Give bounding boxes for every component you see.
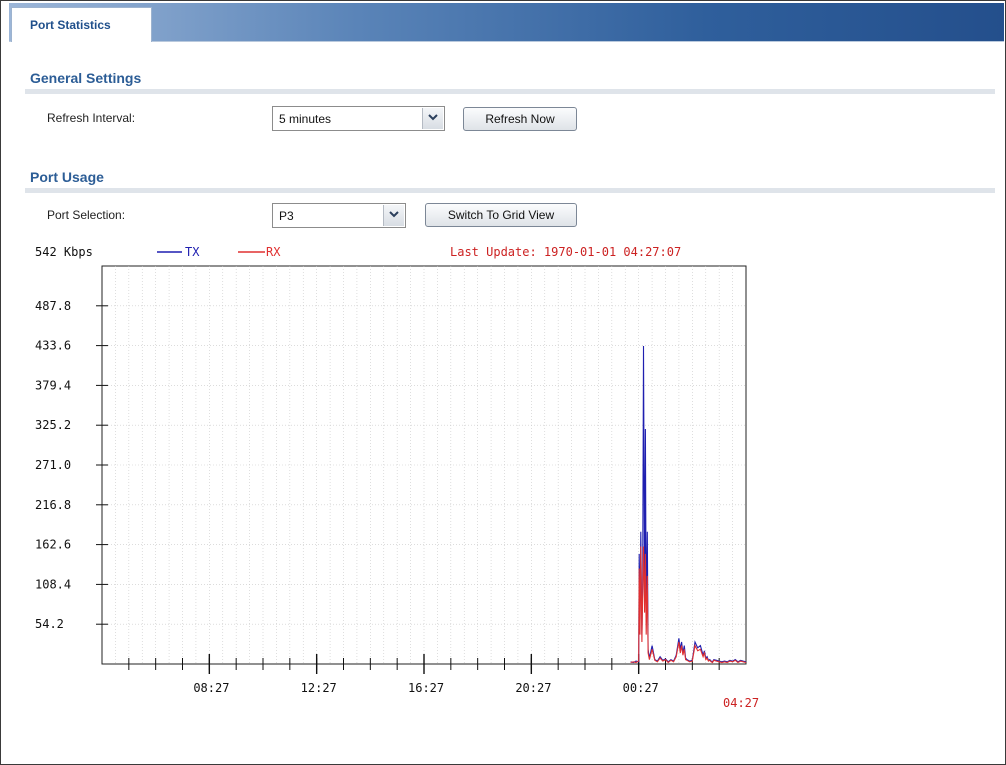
legend-rx-label: RX [266, 245, 281, 259]
y-axis-labels: 487.8 433.6 379.4 325.2 271.0 216.8 162.6 108.4… [35, 299, 71, 631]
y-tick-label: 433.6 [35, 339, 71, 353]
y-tick-label: 54.2 [35, 617, 64, 631]
main-window: Port Statistics General Settings Refresh… [0, 0, 1006, 765]
y-tick-label: 216.8 [35, 498, 71, 512]
max-kbps-label: 542 Kbps [35, 245, 93, 259]
port-usage-chart: 542 Kbps TX RX Last Update: 1970-01-01 0… [35, 245, 759, 710]
x-tick-label: 16:27 [408, 681, 444, 695]
y-tick-label: 487.8 [35, 299, 71, 313]
x-tick-label: 12:27 [301, 681, 337, 695]
y-tick-label: 162.6 [35, 538, 71, 552]
x-tick-label: 08:27 [193, 681, 229, 695]
x-tick-label: 00:27 [623, 681, 659, 695]
current-time-label: 04:27 [723, 696, 759, 710]
y-tick-label: 271.0 [35, 458, 71, 472]
y-tick-label: 325.2 [35, 418, 71, 432]
x-axis-labels: 08:27 12:27 16:27 20:27 00:27 [193, 681, 658, 695]
legend-tx-label: TX [185, 245, 200, 259]
y-tick-label: 108.4 [35, 577, 71, 591]
last-update-text: Last Update: 1970-01-01 04:27:07 [450, 245, 681, 259]
x-tick-label: 20:27 [515, 681, 551, 695]
y-tick-label: 379.4 [35, 378, 71, 392]
